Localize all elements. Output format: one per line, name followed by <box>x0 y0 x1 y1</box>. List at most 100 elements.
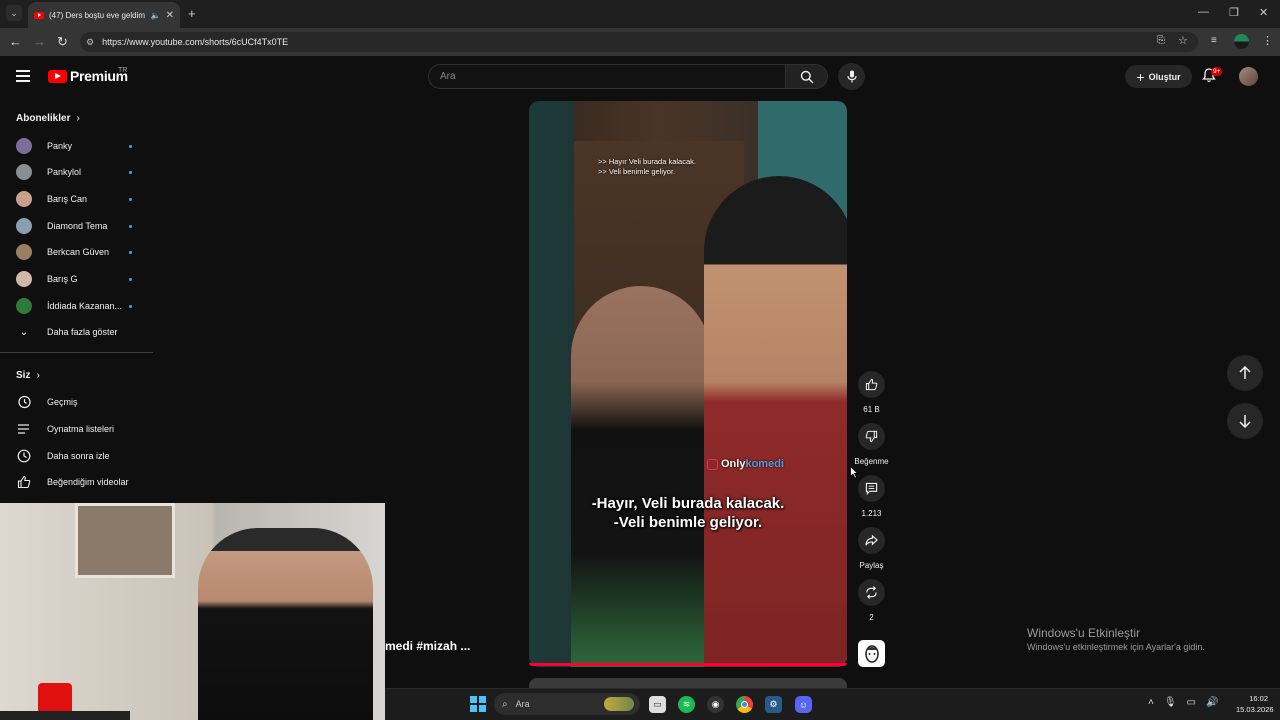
tab-close-icon[interactable]: ✕ <box>166 10 174 21</box>
previous-short-button[interactable] <box>1227 355 1263 391</box>
next-short-button[interactable] <box>1227 403 1263 439</box>
maximize-button[interactable]: ❐ <box>1229 6 1239 19</box>
obs-icon[interactable]: ◉ <box>707 696 724 713</box>
short-video-player[interactable]: >> Hayır Veli burada kalacak. >> Veli be… <box>529 101 847 667</box>
comment-count: 1.213 <box>861 509 882 518</box>
windows-start-icon[interactable] <box>470 696 486 712</box>
watermark-accent-text: komedi <box>745 458 784 470</box>
face-avatar-icon <box>864 644 879 663</box>
show-more-button[interactable]: ⌄ Daha fazla göster <box>0 319 153 345</box>
sidebar-channel-item[interactable]: Diamond Tema <box>0 213 153 239</box>
thumbs-down-icon <box>865 430 878 443</box>
site-info-icon[interactable]: ⚙ <box>86 37 94 48</box>
like-button[interactable] <box>858 371 885 398</box>
back-icon[interactable]: ← <box>9 34 22 49</box>
new-content-dot <box>129 305 132 308</box>
you-heading[interactable]: Siz › <box>16 370 40 381</box>
caption-small-line: >> Hayır Veli burada kalacak. <box>598 157 696 166</box>
sound-channel-thumbnail[interactable] <box>858 640 885 667</box>
address-bar[interactable]: ⚙ https://www.youtube.com/shorts/6cUCf4T… <box>80 32 1198 52</box>
close-window-button[interactable]: ✕ <box>1259 6 1268 19</box>
activation-title: Windows'u Etkinleştir <box>1027 626 1140 640</box>
channel-avatar <box>16 298 32 314</box>
bookmark-star-icon[interactable]: ☆ <box>1178 34 1188 47</box>
arrow-down-icon <box>1239 415 1251 428</box>
sidebar-channel-item[interactable]: Pankylol <box>0 159 153 185</box>
short-title[interactable]: medi #mizah ... <box>385 639 470 653</box>
file-explorer-icon[interactable]: ▭ <box>649 696 666 713</box>
share-icon <box>865 534 878 546</box>
search-icon: ⌕ <box>502 698 508 710</box>
search-placeholder: Ara <box>440 71 456 82</box>
sidebar-item-label: Daha sonra izle <box>47 451 110 461</box>
channel-name: Diamond Tema <box>47 221 108 231</box>
chrome-icon[interactable] <box>736 696 753 713</box>
steam-icon[interactable]: ⚙ <box>765 696 782 713</box>
subscriptions-heading[interactable]: Abonelikler › <box>16 113 80 124</box>
channel-name: İddiada Kazanan... <box>47 301 123 311</box>
browser-tab[interactable]: (47) Ders boştu eve geldim 🔈 ✕ <box>28 2 180 28</box>
sidebar-divider <box>0 352 153 353</box>
clock-time: 16:02 <box>1249 694 1268 703</box>
comments-button[interactable] <box>858 475 885 502</box>
sidebar-item-liked-videos[interactable]: Beğendiğim videolar <box>0 469 153 495</box>
search-input[interactable]: Ara <box>428 64 786 89</box>
sidebar-item-watch-later[interactable]: Daha sonra izle <box>0 443 153 469</box>
channel-avatar <box>16 191 32 207</box>
chevron-up-icon[interactable]: ˄ <box>1148 697 1154 708</box>
channel-avatar <box>16 164 32 180</box>
tab-search-button[interactable]: ⌄ <box>6 5 22 21</box>
webcam-desk <box>0 711 130 720</box>
channel-avatar <box>16 271 32 287</box>
channel-name: Barış Can <box>47 194 88 204</box>
account-avatar[interactable] <box>1239 67 1258 86</box>
caption-small: >> Hayır Veli burada kalacak. >> Veli be… <box>598 157 696 177</box>
hamburger-menu-icon[interactable] <box>16 70 30 82</box>
channel-name: Barış G <box>47 274 78 284</box>
search-highlight-icon <box>604 697 634 711</box>
clock-date: 15.03.2026 <box>1236 705 1274 714</box>
taskbar-clock[interactable]: 16:02 15.03.2026 <box>1236 693 1274 715</box>
caption-big-line: -Veli benimle geliyor. <box>613 514 763 531</box>
youtube-logo[interactable]: Premium <box>48 68 128 84</box>
thumbs-up-icon <box>16 474 32 490</box>
microphone-tray-icon[interactable]: 🎙 <box>1164 697 1177 708</box>
sidebar-item-history[interactable]: Geçmiş <box>0 389 153 415</box>
voice-search-button[interactable] <box>838 63 865 90</box>
minimize-button[interactable]: — <box>1198 6 1209 18</box>
video-progress-bar[interactable] <box>529 663 847 666</box>
taskbar-search[interactable]: ⌕ Ara <box>494 693 640 715</box>
sidebar-channel-item[interactable]: Panky <box>0 133 153 159</box>
sidebar-channel-item[interactable]: Barış Can <box>0 186 153 212</box>
video-person-right <box>704 176 847 667</box>
system-tray[interactable]: ˄ 🎙 ▭ 🔊 <box>1148 697 1218 708</box>
instagram-icon <box>707 458 718 470</box>
sidebar-channel-item[interactable]: Berkcan Güven <box>0 239 153 265</box>
comment-icon <box>865 482 878 495</box>
sidebar-channel-item[interactable]: Barış G <box>0 266 153 292</box>
region-code: TR <box>118 67 128 74</box>
search-button[interactable] <box>786 64 828 89</box>
new-tab-button[interactable]: + <box>188 6 196 21</box>
remix-button[interactable] <box>858 579 885 606</box>
create-button[interactable]: + Oluştur <box>1125 65 1192 88</box>
forward-icon[interactable]: → <box>33 34 46 49</box>
volume-icon[interactable]: 🔊 <box>1206 697 1218 708</box>
discord-icon[interactable]: ☺ <box>795 696 812 713</box>
channel-avatar <box>16 218 32 234</box>
network-icon[interactable]: ▭ <box>1187 697 1196 708</box>
media-control-icon[interactable]: ≡ <box>1211 35 1217 46</box>
spotify-icon[interactable]: ≋ <box>678 696 695 713</box>
history-icon <box>16 394 32 410</box>
dislike-button[interactable] <box>858 423 885 450</box>
sidebar-item-playlists[interactable]: Oynatma listeleri <box>0 416 153 442</box>
browser-menu-icon[interactable]: ⋮ <box>1262 34 1273 47</box>
cast-icon[interactable]: ⎘ <box>1157 35 1165 46</box>
new-content-dot <box>129 278 132 281</box>
reload-icon[interactable]: ↻ <box>57 34 68 50</box>
share-button[interactable] <box>858 527 885 554</box>
sidebar-channel-item[interactable]: İddiada Kazanan... <box>0 293 153 319</box>
profile-avatar[interactable] <box>1234 34 1249 49</box>
new-content-dot <box>129 251 132 254</box>
new-content-dot <box>129 145 132 148</box>
